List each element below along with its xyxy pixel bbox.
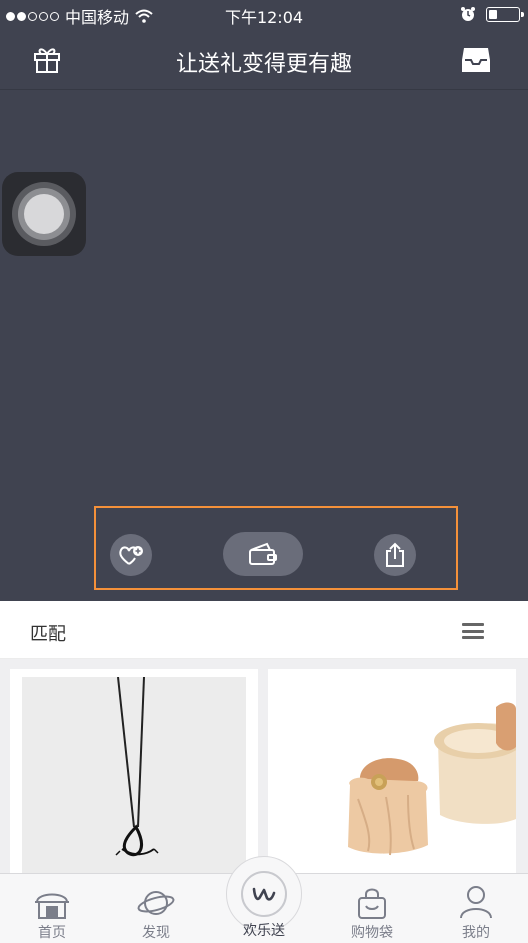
home-icon: [35, 893, 69, 919]
planet-icon: [137, 891, 175, 915]
inbox-icon[interactable]: [460, 44, 492, 74]
tab-label: 购物袋: [351, 925, 393, 941]
status-time: 下午12:04: [224, 8, 304, 27]
tab-label: 首页: [38, 925, 66, 941]
tab-label: 我的: [462, 925, 490, 941]
wallet-button[interactable]: [223, 532, 303, 576]
tab-shopping-bag[interactable]: 购物袋: [320, 874, 424, 943]
favorite-button[interactable]: [110, 534, 152, 576]
share-icon: [386, 542, 404, 567]
w-logo-icon: [252, 887, 276, 901]
top-dark-panel: 中国移动 下午12:04 让送礼变得更有趣: [0, 0, 528, 601]
tab-label: 欢乐送: [243, 923, 285, 939]
product-grid: [0, 659, 528, 875]
necklace-image: [22, 676, 246, 875]
tab-label: 发现: [142, 925, 170, 941]
filter-label[interactable]: 匹配: [30, 620, 66, 646]
wallet-icon: [249, 542, 277, 565]
status-bar: 中国移动 下午12:04: [0, 0, 528, 30]
nav-bar: 让送礼变得更有趣: [0, 30, 528, 90]
product-card[interactable]: [10, 669, 258, 875]
alarm-icon: [461, 7, 475, 21]
share-button[interactable]: [374, 534, 416, 576]
bag-icon: [358, 888, 386, 919]
action-buttons-highlight: [94, 506, 458, 590]
product-card[interactable]: [268, 669, 516, 875]
filter-bar: 匹配: [0, 601, 528, 659]
page-title: 让送礼变得更有趣: [175, 52, 352, 77]
user-icon: [460, 886, 492, 919]
tab-home[interactable]: 首页: [0, 874, 104, 943]
heart-plus-icon: [119, 546, 143, 565]
assistive-touch-button[interactable]: [2, 172, 86, 256]
status-right: [460, 6, 524, 22]
battery-icon: [486, 6, 524, 22]
leather-pouch-image: [268, 669, 516, 875]
menu-icon[interactable]: [462, 623, 484, 639]
tab-profile[interactable]: 我的: [424, 874, 528, 943]
tab-discover[interactable]: 发现: [104, 874, 208, 943]
